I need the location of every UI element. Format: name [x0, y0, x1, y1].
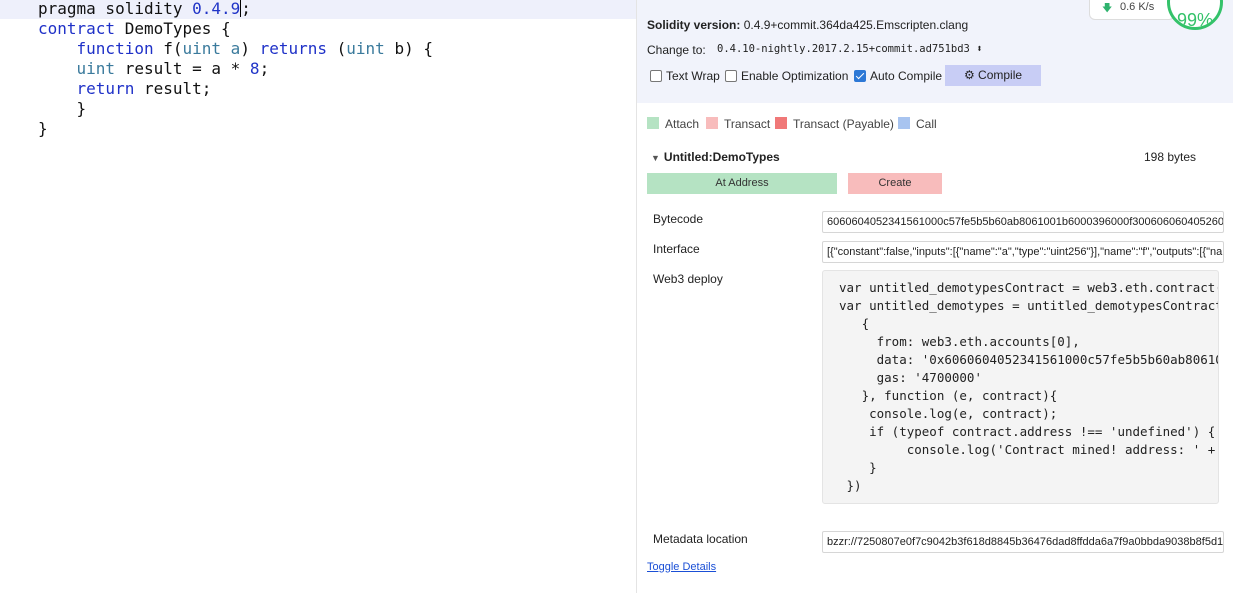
contract-name: Untitled:DemoTypes [663, 150, 780, 164]
legend-swatch [706, 117, 718, 129]
code-keyword: contract [38, 19, 116, 38]
code-token: ) [240, 39, 260, 58]
legend-label: Attach [665, 117, 700, 131]
code-line-content: contract DemoTypes { [38, 19, 231, 39]
code-token: pragma solidity [38, 0, 193, 18]
code-line-1[interactable]: pragma solidity 0.4.9; [0, 0, 636, 19]
version-select-value: 0.4.10-nightly.2017.2.15+commit.ad751bd3 [717, 43, 970, 55]
code-line-content: return result; [38, 79, 212, 99]
bytecode-field[interactable]: 6060604052341561000c57fe5b5b60ab8061001b… [822, 211, 1224, 233]
toggle-details-link[interactable]: Toggle Details [647, 561, 716, 573]
code-line-content: uint result = a * 8; [38, 59, 270, 79]
code-keyword: function [76, 39, 154, 58]
legend-transact-payable: Transact (Payable) [775, 117, 894, 131]
code-keyword: return [76, 79, 135, 98]
code-line-content: function f(uint a) returns (uint b) { [38, 39, 433, 59]
compile-panel: 🡇 0.6 K/s 99% Solidity version: 0.4.9+co… [637, 0, 1233, 593]
optimization-label: Enable Optimization [741, 69, 849, 83]
optimization-option[interactable]: Enable Optimization [725, 68, 848, 84]
contract-header[interactable]: ▼ Untitled:DemoTypes [651, 150, 780, 164]
legend-swatch [898, 117, 910, 129]
code-token: } [38, 119, 48, 138]
web3-deploy-label: Web3 deploy [653, 272, 723, 286]
code-type: uint [346, 39, 385, 58]
text-wrap-checkbox[interactable] [650, 70, 662, 82]
at-address-button[interactable]: At Address [647, 173, 837, 194]
metadata-label: Metadata location [653, 532, 748, 546]
code-line-5[interactable]: return result; [0, 79, 636, 99]
code-number: 8 [249, 59, 260, 78]
collapse-triangle-icon[interactable]: ▼ [651, 153, 660, 163]
compile-button[interactable]: ⚙ Compile [945, 65, 1041, 86]
code-line-6[interactable]: } [0, 99, 636, 119]
metadata-field[interactable]: bzzr://7250807e0f7c9042b3f618d8845b36476… [822, 531, 1224, 553]
legend-attach: Attach [647, 117, 699, 131]
download-arrow-icon: 🡇 [1102, 3, 1113, 14]
usage-gauge-percent: 99% [1176, 10, 1214, 30]
code-token: result = a * [115, 59, 250, 78]
interface-field[interactable]: [{"constant":false,"inputs":[{"name":"a"… [822, 241, 1224, 263]
legend-label: Transact [724, 117, 771, 131]
code-line-content: } [38, 99, 87, 119]
code-token: b) { [384, 39, 433, 58]
web3-deploy-code-box[interactable]: var untitled_demotypesContract = web3.et… [822, 270, 1219, 504]
code-line-4[interactable]: uint result = a * 8; [0, 59, 636, 79]
auto-compile-checkbox[interactable] [854, 70, 866, 82]
legend-label: Transact (Payable) [793, 117, 894, 131]
code-line-content: } [38, 119, 48, 139]
solidity-version-value: 0.4.9+commit.364da425.Emscripten.clang [743, 18, 969, 32]
network-speed-value: 0.6 K/s [1120, 1, 1155, 13]
auto-compile-label: Auto Compile [870, 69, 943, 83]
code-line-2[interactable]: contract DemoTypes { [0, 19, 636, 39]
code-token: } [38, 99, 87, 118]
code-line-3[interactable]: function f(uint a) returns (uint b) { [0, 39, 636, 59]
code-editor[interactable]: pragma solidity 0.4.9; contract DemoType… [0, 0, 636, 593]
network-speed-widget: 🡇 0.6 K/s [1089, 0, 1175, 20]
solidity-version-label: Solidity version: [647, 18, 741, 32]
code-type: uint [76, 59, 116, 78]
create-button[interactable]: Create [848, 173, 942, 194]
legend-call: Call [898, 117, 937, 131]
code-line-7[interactable]: } [0, 119, 636, 139]
legend-swatch [647, 117, 659, 129]
web3-deploy-code: var untitled_demotypesContract = web3.et… [839, 280, 1218, 493]
code-line-content: pragma solidity 0.4.9; [38, 0, 251, 19]
code-number: 0.4.9 [192, 0, 241, 18]
compile-button-label: Compile [978, 68, 1023, 82]
code-token: result; [134, 79, 212, 98]
optimization-checkbox[interactable] [725, 70, 737, 82]
solidity-version: Solidity version: 0.4.9+commit.364da425.… [647, 18, 968, 32]
code-type: uint [182, 39, 222, 58]
legend-swatch [775, 117, 787, 129]
contract-size: 198 bytes [1144, 150, 1197, 164]
select-arrows-icon: ⬍ [976, 43, 983, 55]
interface-label: Interface [653, 242, 700, 256]
auto-compile-option[interactable]: Auto Compile [854, 68, 942, 84]
code-token: f( [153, 39, 183, 58]
legend-transact: Transact [706, 117, 770, 131]
bytecode-label: Bytecode [653, 212, 704, 226]
change-version-label: Change to: [647, 43, 706, 57]
legend-label: Call [916, 117, 937, 131]
code-token: DemoTypes { [115, 19, 231, 38]
text-wrap-option[interactable]: Text Wrap [650, 68, 720, 84]
code-type: a [230, 39, 241, 58]
code-token: ( [327, 39, 347, 58]
code-keyword: returns [259, 39, 328, 58]
version-select[interactable]: 0.4.10-nightly.2017.2.15+commit.ad751bd3… [717, 43, 983, 55]
text-wrap-label: Text Wrap [666, 69, 720, 83]
code-token: ; [241, 0, 251, 18]
code-token: ; [259, 59, 270, 78]
gear-icon: ⚙ [963, 68, 975, 82]
